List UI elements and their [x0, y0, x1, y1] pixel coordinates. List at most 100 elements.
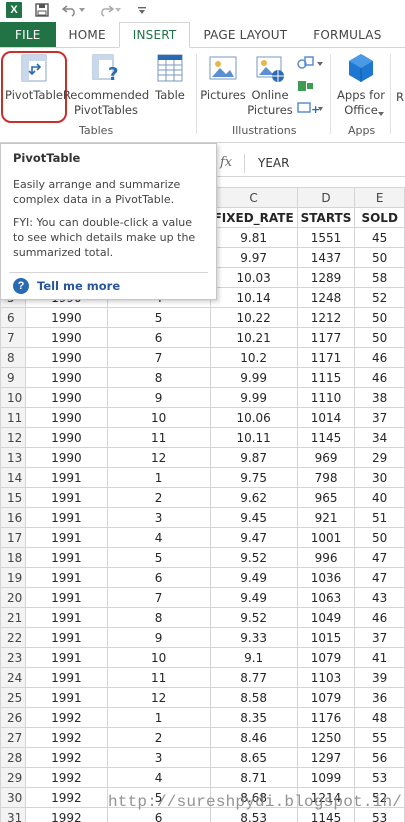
online-pictures-button[interactable]: Online Pictures: [247, 52, 293, 118]
sold-cell[interactable]: 51: [354, 507, 405, 528]
sold-cell[interactable]: 56: [354, 747, 405, 768]
month-cell[interactable]: 9: [106, 387, 211, 408]
row-header[interactable]: 23: [0, 647, 27, 668]
row-header[interactable]: 30: [0, 787, 27, 808]
sold-cell[interactable]: 58: [354, 267, 405, 288]
sold-cell[interactable]: 30: [354, 467, 405, 488]
save-icon[interactable]: [34, 2, 50, 18]
year-cell[interactable]: 1991: [25, 667, 108, 688]
year-cell[interactable]: 1991: [25, 627, 108, 648]
year-cell[interactable]: 1992: [25, 807, 108, 822]
starts-cell[interactable]: 969: [296, 447, 356, 468]
month-cell[interactable]: 9: [106, 627, 211, 648]
column-header-c[interactable]: C: [209, 187, 298, 208]
year-cell[interactable]: 1991: [25, 487, 108, 508]
recommended-pivottables-button[interactable]: ? Recommended PivotTables: [63, 52, 149, 118]
month-cell[interactable]: 10: [106, 647, 211, 668]
row-header[interactable]: 6: [0, 307, 27, 328]
sold-cell[interactable]: 50: [354, 307, 405, 328]
month-cell[interactable]: 4: [106, 527, 211, 548]
customize-toolbar-icon[interactable]: [134, 2, 150, 18]
sold-cell[interactable]: 36: [354, 687, 405, 708]
tell-me-more-link[interactable]: ? Tell me more: [13, 278, 120, 294]
fixed-rate-cell[interactable]: 9.75: [209, 467, 298, 488]
starts-cell[interactable]: 1079: [296, 687, 356, 708]
fixed-rate-cell[interactable]: 9.49: [209, 567, 298, 588]
row-header[interactable]: 12: [0, 427, 27, 448]
row-header[interactable]: 28: [0, 747, 27, 768]
sold-cell[interactable]: 29: [354, 447, 405, 468]
sold-cell[interactable]: 40: [354, 487, 405, 508]
starts-cell[interactable]: 1099: [296, 767, 356, 788]
row-header[interactable]: 31: [0, 807, 27, 822]
sold-cell[interactable]: 37: [354, 407, 405, 428]
apps-dropdown-icon[interactable]: [377, 106, 385, 120]
fixed-rate-cell[interactable]: 9.81: [209, 227, 298, 248]
month-cell[interactable]: 10: [106, 407, 211, 428]
function-icon[interactable]: fx: [220, 155, 232, 170]
year-cell[interactable]: 1990: [25, 367, 108, 388]
tab-page-layout[interactable]: PAGE LAYOUT: [190, 22, 300, 47]
fixed-rate-cell[interactable]: 9.99: [209, 367, 298, 388]
year-cell[interactable]: 1992: [25, 767, 108, 788]
row-header[interactable]: 24: [0, 667, 27, 688]
starts-cell[interactable]: 1289: [296, 267, 356, 288]
sold-cell[interactable]: 43: [354, 587, 405, 608]
redo-dropdown-icon[interactable]: [114, 2, 122, 18]
year-cell[interactable]: 1992: [25, 707, 108, 728]
starts-cell[interactable]: 965: [296, 487, 356, 508]
month-cell[interactable]: 11: [106, 667, 211, 688]
month-cell[interactable]: 3: [106, 507, 211, 528]
sold-cell[interactable]: 47: [354, 567, 405, 588]
year-cell[interactable]: 1991: [25, 607, 108, 628]
row-header[interactable]: 26: [0, 707, 27, 728]
month-cell[interactable]: 3: [106, 747, 211, 768]
year-cell[interactable]: 1991: [25, 467, 108, 488]
fixed-rate-cell[interactable]: 10.21: [209, 327, 298, 348]
sold-cell[interactable]: 45: [354, 227, 405, 248]
fixed-rate-cell[interactable]: 10.06: [209, 407, 298, 428]
truncated-ribbon-button[interactable]: R: [395, 90, 405, 105]
sold-cell[interactable]: 53: [354, 767, 405, 788]
sold-cell[interactable]: 50: [354, 247, 405, 268]
shapes-icon[interactable]: [297, 55, 323, 71]
starts-cell[interactable]: 1110: [296, 387, 356, 408]
sold-cell[interactable]: 50: [354, 527, 405, 548]
fixed-rate-cell[interactable]: 9.99: [209, 387, 298, 408]
year-cell[interactable]: 1991: [25, 527, 108, 548]
starts-cell[interactable]: 798: [296, 467, 356, 488]
fixed-rate-cell[interactable]: 10.14: [209, 287, 298, 308]
starts-cell[interactable]: 996: [296, 547, 356, 568]
sold-cell[interactable]: 50: [354, 327, 405, 348]
starts-cell[interactable]: 1049: [296, 607, 356, 628]
month-cell[interactable]: 12: [106, 687, 211, 708]
year-cell[interactable]: 1990: [25, 407, 108, 428]
sold-cell[interactable]: 46: [354, 347, 405, 368]
tab-file[interactable]: FILE: [0, 22, 56, 47]
undo-icon[interactable]: [62, 2, 78, 18]
fixed-rate-cell[interactable]: 8.46: [209, 727, 298, 748]
year-cell[interactable]: 1991: [25, 567, 108, 588]
column-header-e[interactable]: E: [354, 187, 405, 208]
month-cell[interactable]: 1: [106, 707, 211, 728]
row-header[interactable]: 11: [0, 407, 27, 428]
fixed-rate-cell[interactable]: 10.11: [209, 427, 298, 448]
header-cell[interactable]: SOLD: [354, 207, 405, 228]
row-header[interactable]: 17: [0, 527, 27, 548]
month-cell[interactable]: 11: [106, 427, 211, 448]
fixed-rate-cell[interactable]: 9.47: [209, 527, 298, 548]
fixed-rate-cell[interactable]: 8.71: [209, 767, 298, 788]
year-cell[interactable]: 1990: [25, 307, 108, 328]
header-cell[interactable]: STARTS: [296, 207, 356, 228]
year-cell[interactable]: 1990: [25, 327, 108, 348]
row-header[interactable]: 29: [0, 767, 27, 788]
row-header[interactable]: 22: [0, 627, 27, 648]
month-cell[interactable]: 6: [106, 567, 211, 588]
row-header[interactable]: 7: [0, 327, 27, 348]
starts-cell[interactable]: 1248: [296, 287, 356, 308]
year-cell[interactable]: 1990: [25, 427, 108, 448]
starts-cell[interactable]: 1437: [296, 247, 356, 268]
sold-cell[interactable]: 48: [354, 707, 405, 728]
tab-formulas[interactable]: FORMULAS: [300, 22, 394, 47]
starts-cell[interactable]: 921: [296, 507, 356, 528]
